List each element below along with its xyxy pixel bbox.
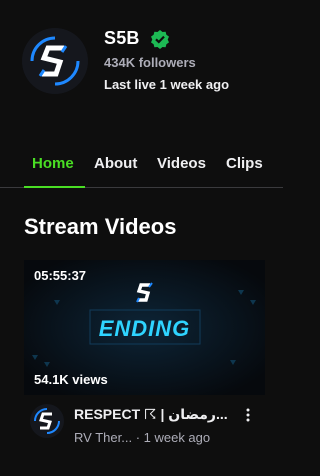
more-options-icon[interactable] <box>243 407 253 423</box>
video-meta: RV Ther... · 1 week ago <box>74 430 210 445</box>
thumbnail-title: ENDING <box>98 316 191 341</box>
s5b-logo-icon <box>30 404 64 438</box>
s5b-logo-icon <box>136 282 153 303</box>
channel-name: S5B <box>104 28 140 48</box>
channel-page: S5B 434K followers Last live 1 week ago … <box>0 0 283 476</box>
tab-videos[interactable]: Videos <box>157 154 206 188</box>
video-category[interactable]: RV Ther... <box>74 430 132 445</box>
section-title: Stream Videos <box>24 214 177 239</box>
video-duration: 05:55:37 <box>34 268 87 283</box>
channel-avatar[interactable] <box>22 28 88 94</box>
last-live-status: Last live 1 week ago <box>104 77 230 92</box>
video-title[interactable]: RESPECT ☈ | رمضان... <box>74 406 234 423</box>
follower-count: 434K followers <box>104 55 196 70</box>
verified-badge-icon <box>151 30 169 49</box>
channel-tabs: Home About Videos Clips <box>0 154 283 188</box>
s5b-logo-icon <box>22 28 88 94</box>
video-age: · 1 week ago <box>135 430 211 445</box>
tab-about[interactable]: About <box>94 154 137 188</box>
video-channel-avatar[interactable] <box>30 404 64 438</box>
view-count: 54.1K views <box>34 372 108 387</box>
tab-clips[interactable]: Clips <box>226 154 263 188</box>
tab-home[interactable]: Home <box>32 154 74 188</box>
video-thumbnail[interactable]: 05:55:37 ENDING 54.1K views <box>24 260 265 395</box>
active-tab-indicator <box>24 186 85 188</box>
